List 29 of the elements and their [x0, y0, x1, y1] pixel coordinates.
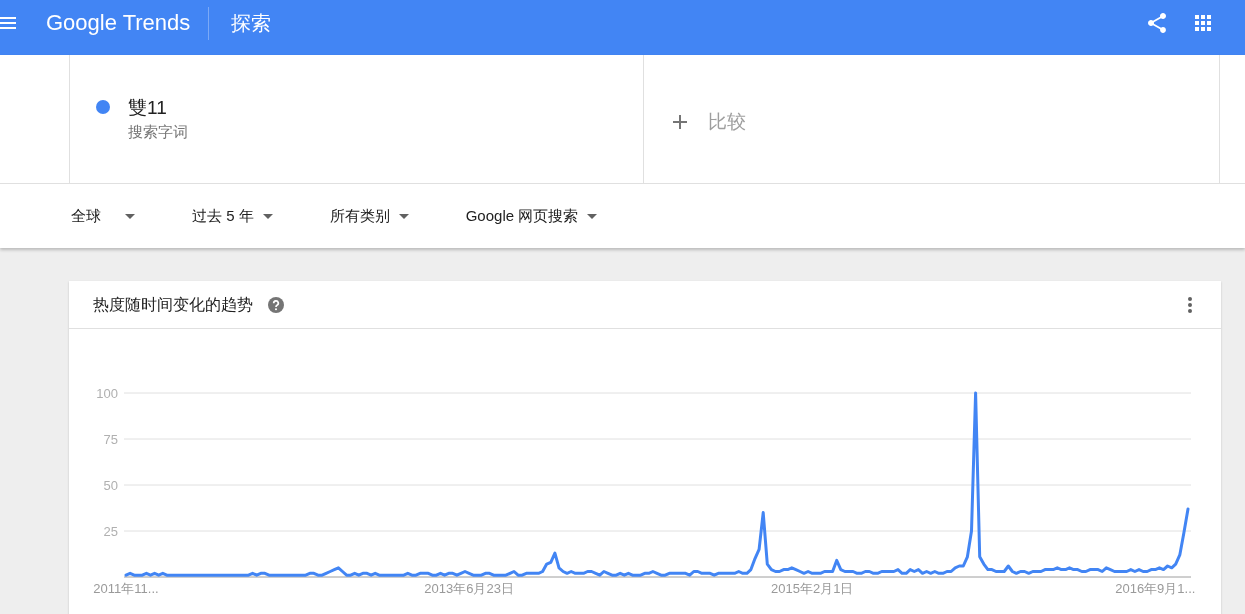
share-icon[interactable] [1148, 13, 1166, 33]
caret-icon [262, 213, 273, 219]
y-axis-label: 50 [103, 477, 118, 493]
compare-input[interactable]: 比较 [708, 110, 1199, 134]
x-axis-label: 2016年9月1... [1115, 581, 1196, 596]
search-term-panel[interactable]: 雙11 搜索字词 [69, 55, 644, 183]
app-logo[interactable]: Google Trends [46, 10, 191, 36]
term-type-label: 搜索字词 [128, 123, 188, 141]
plus-icon [673, 115, 687, 129]
caret-icon [398, 213, 409, 219]
caret-icon [125, 213, 135, 219]
filter-dropdown[interactable]: Google 网页搜索 [465, 206, 598, 226]
filter-dropdown[interactable]: 全球 [71, 206, 135, 226]
x-axis-label: 2011年11... [93, 581, 159, 596]
grid-icon[interactable] [1195, 15, 1211, 31]
more-options-icon[interactable] [1188, 296, 1192, 313]
filter-dropdown[interactable]: 过去 5 年 [192, 206, 273, 226]
page-title: 探索 [231, 11, 272, 35]
x-axis-label: 2015年2月1日 [771, 581, 854, 596]
menu-icon[interactable] [0, 17, 16, 29]
caret-icon [587, 213, 598, 219]
search-term: 雙11 [128, 97, 167, 119]
help-icon[interactable] [268, 296, 284, 313]
card-title: 热度随时间变化的趋势 [93, 294, 253, 315]
y-axis-label: 75 [103, 431, 118, 447]
y-axis-label: 100 [96, 385, 118, 401]
y-axis-label: 25 [103, 523, 118, 539]
x-axis-label: 2013年6月23日 [424, 581, 514, 596]
filter-dropdown[interactable]: 所有类别 [329, 206, 409, 226]
